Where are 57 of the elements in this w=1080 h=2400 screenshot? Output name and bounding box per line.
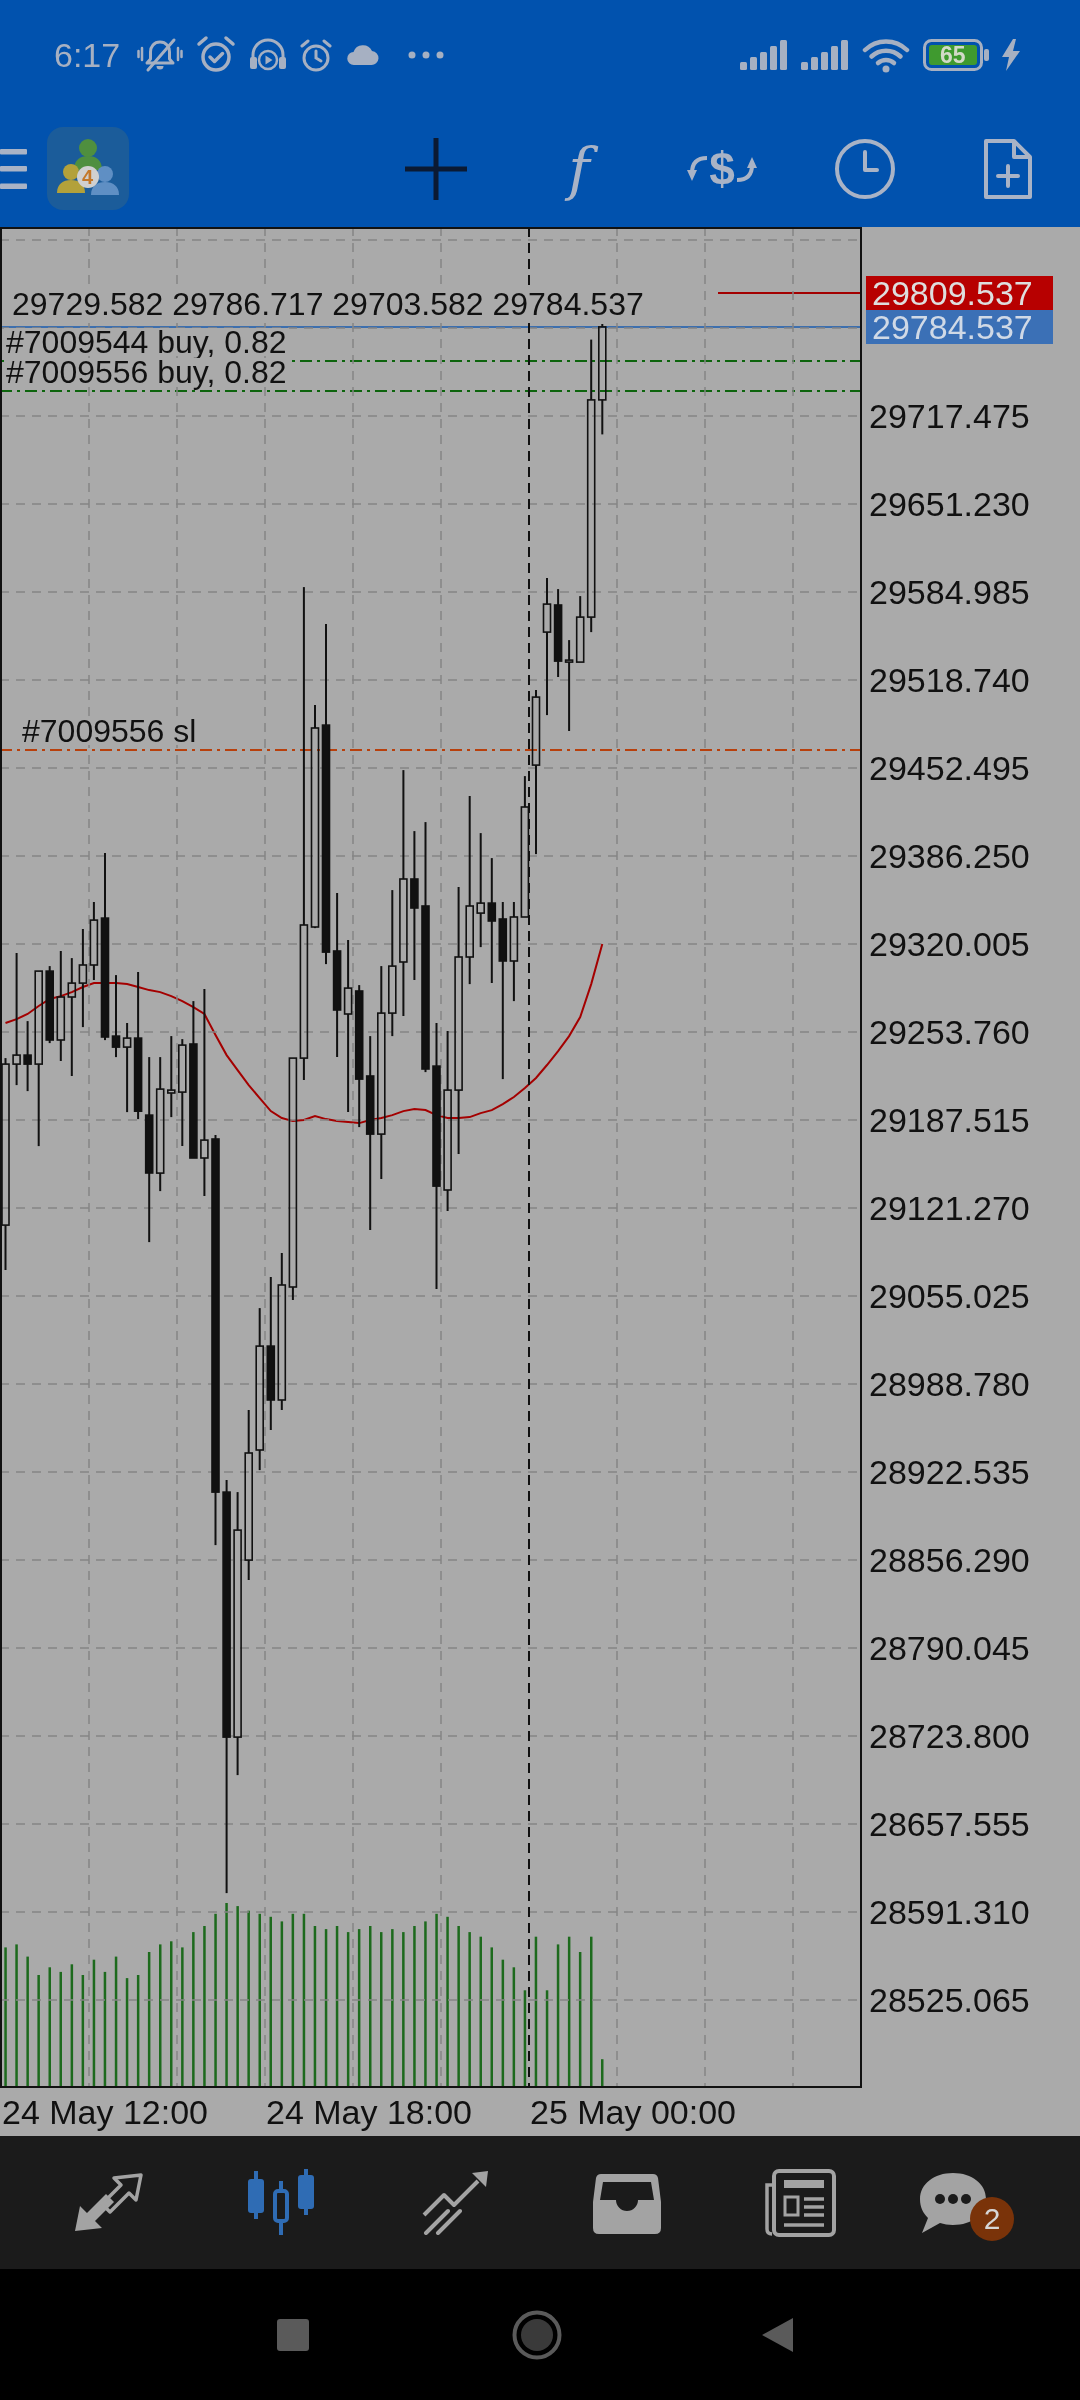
alarm-clock-icon [196,35,237,75]
price-axis-label: 28856.290 [869,1541,1030,1579]
clock-icon [834,137,896,200]
wifi-icon [862,37,910,73]
recent-apps-icon[interactable] [277,2318,309,2351]
price-axis-label: 29651.230 [869,485,1030,523]
headphones-icon [249,38,288,72]
charging-bolt-icon [1002,39,1020,71]
menu-icon[interactable] [0,148,27,189]
time-axis-label: 24 May 18:00 [266,2092,473,2132]
price-axis-label: 28790.045 [869,1629,1030,1667]
price-axis-label: 29121.270 [869,1189,1030,1227]
currency-exchange-button[interactable]: $ [672,118,772,219]
more-dots-icon [408,51,445,59]
notification-badge: 2 [970,2197,1014,2241]
time-axis-label: 25 May 00:00 [530,2092,737,2132]
ohlc-values: 29729.582 29786.717 29703.582 29784.537 [10,290,646,318]
app-logo-icon[interactable] [47,127,129,210]
price-axis-label: 28657.555 [869,1805,1030,1843]
price-axis-label: 28723.800 [869,1717,1030,1755]
battery-level-text: 65 [940,41,966,69]
signal-icon [740,40,788,70]
price-axis-label: 28922.535 [869,1453,1030,1491]
muted-bell-icon [137,37,184,73]
price-axis-label: 29187.515 [869,1101,1030,1139]
price-axis-label: 28525.065 [869,1981,1030,2019]
order-label: #7009544 buy, 0.82 [4,328,289,356]
logo-digit: 4 [82,166,94,188]
price-axis-label: 29253.760 [869,1013,1030,1051]
bid-price-tag: 29784.537 [866,310,1053,344]
alarm-clock-icon [300,38,333,72]
crosshair-icon [405,137,467,200]
battery-icon [923,39,989,71]
price-axis-label: 29386.250 [869,837,1030,875]
price-axis-label: 29055.025 [869,1277,1030,1315]
back-icon[interactable] [761,2317,793,2352]
price-axis-label: 29452.495 [869,749,1030,787]
price-axis-label: 29717.475 [869,397,1030,435]
price-axis-label: 29320.005 [869,925,1030,963]
newspaper-icon [763,2168,836,2237]
double-arrow-icon [72,2172,143,2233]
inbox-tray-icon [592,2171,661,2234]
function-button[interactable]: f [529,118,629,219]
home-icon[interactable] [512,2309,562,2360]
status-time: 6:17 [54,35,121,75]
price-axis-label: 28988.780 [869,1365,1030,1403]
signal-icon [801,40,849,70]
candle [23,1021,32,1092]
cloud-icon [345,44,380,66]
price-axis-label: 29584.985 [869,573,1030,611]
nav-tab[interactable]: 2 [886,2136,1059,2269]
time-axis-label: 24 May 12:00 [2,2092,209,2132]
price-axis-label: 28591.310 [869,1893,1030,1931]
ask-price-tag: 29809.537 [866,276,1053,310]
add-document-icon [982,136,1034,201]
volume-bar [601,2059,604,2087]
price-axis-label: 29518.740 [869,661,1030,699]
